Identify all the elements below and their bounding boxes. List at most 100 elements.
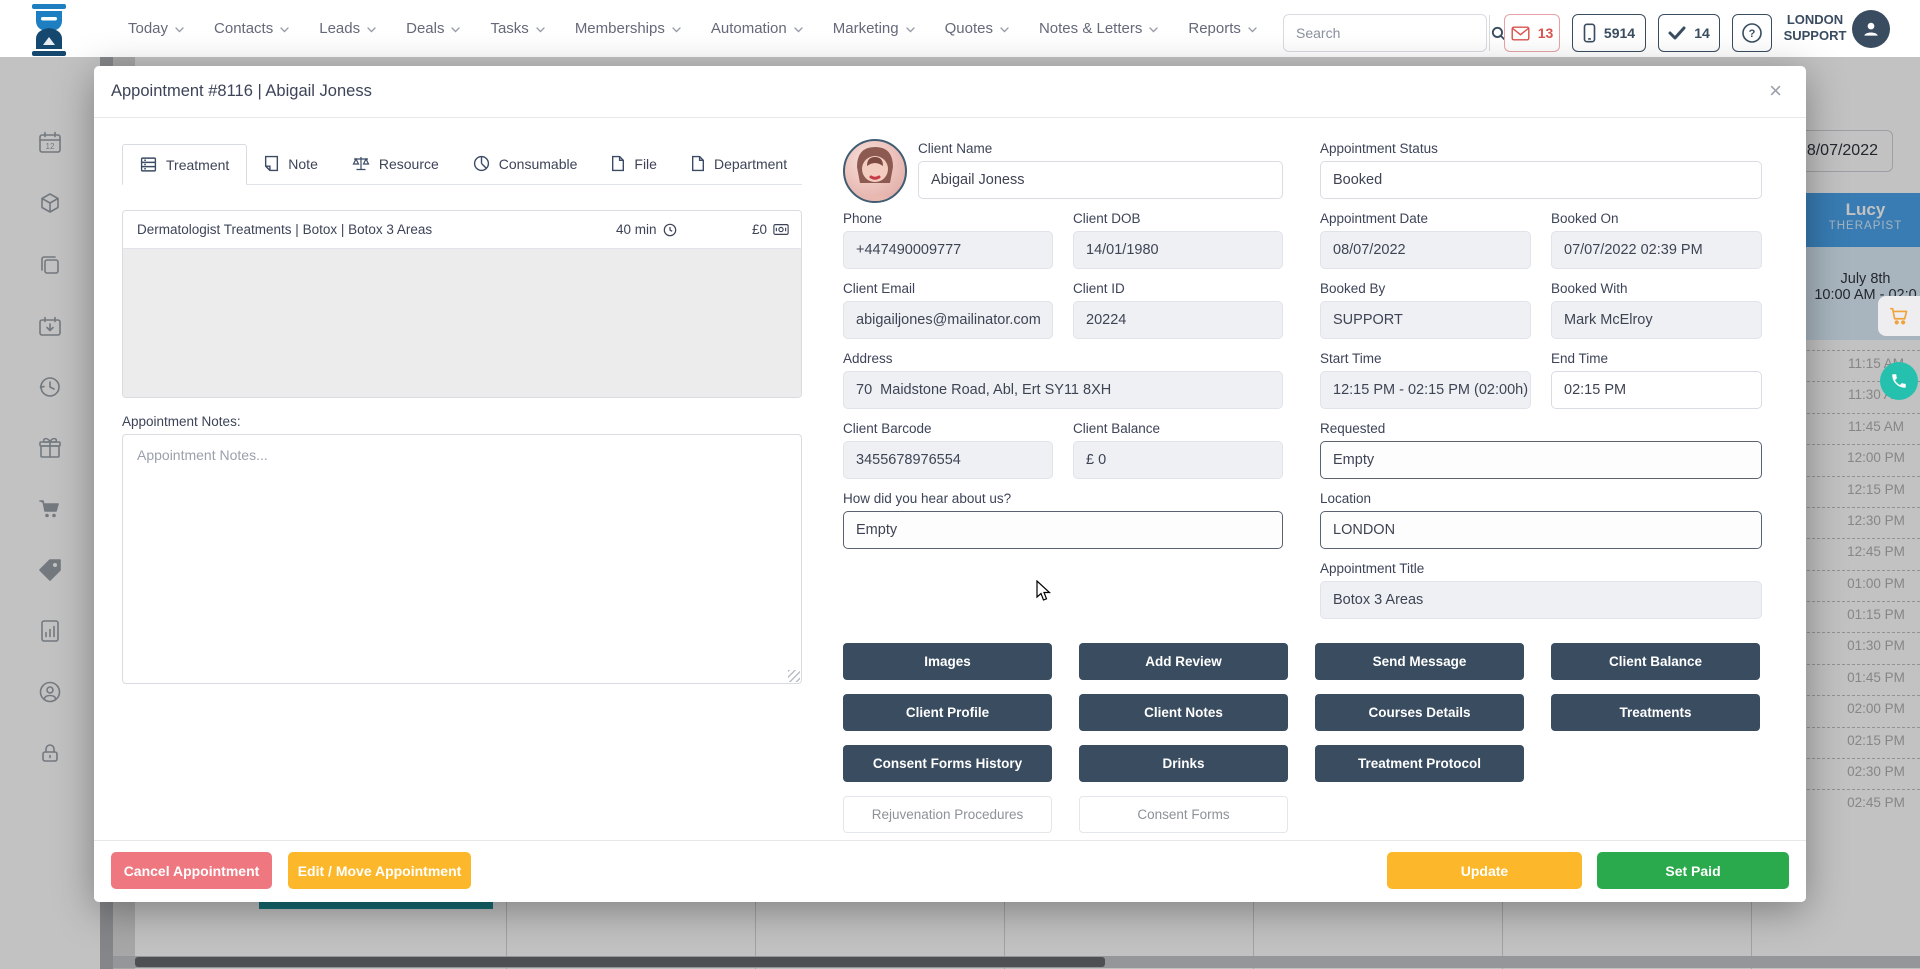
- field-client-name: Client Name Abigail Joness: [918, 141, 1283, 199]
- chevron-down-icon: [906, 27, 915, 33]
- question-icon: ?: [1741, 22, 1763, 44]
- check-icon: [1668, 26, 1686, 40]
- nav-item-automation[interactable]: Automation: [711, 20, 803, 37]
- field-client-dob: Client DOB 14/01/1980: [1073, 211, 1283, 269]
- phone-badge[interactable]: 5914: [1572, 14, 1646, 52]
- field-value[interactable]: 12:15 PM - 02:15 PM (02:00h): [1320, 371, 1531, 409]
- add-review-button[interactable]: Add Review: [1079, 643, 1288, 680]
- consent-forms-button[interactable]: Consent Forms: [1079, 796, 1288, 833]
- tab-consumable[interactable]: Consumable: [456, 143, 595, 184]
- nav-item-leads[interactable]: Leads: [319, 20, 376, 37]
- nav-item-contacts[interactable]: Contacts: [214, 20, 289, 37]
- field-label: Address: [843, 351, 1283, 369]
- search-input[interactable]: [1284, 15, 1489, 51]
- appointment-modal: Appointment #8116 | Abigail Joness × Tre…: [94, 66, 1806, 902]
- tab-resource[interactable]: Resource: [335, 143, 456, 184]
- field-phone: Phone +447490009777: [843, 211, 1053, 269]
- drinks-button[interactable]: Drinks: [1079, 745, 1288, 782]
- check-count: 14: [1694, 25, 1710, 41]
- field-value[interactable]: 20224: [1073, 301, 1283, 339]
- check-badge[interactable]: 14: [1658, 14, 1720, 52]
- edit-move-appointment-button[interactable]: Edit / Move Appointment: [288, 852, 471, 889]
- field-value[interactable]: Empty: [1320, 441, 1762, 479]
- field-value[interactable]: SUPPORT: [1320, 301, 1531, 339]
- cancel-appointment-button[interactable]: Cancel Appointment: [111, 852, 272, 889]
- tab-department[interactable]: Department: [674, 143, 804, 184]
- client-notes-button[interactable]: Client Notes: [1079, 694, 1288, 731]
- treatment-empty-area: [123, 249, 801, 398]
- chevron-down-icon: [794, 27, 803, 33]
- mobile-icon: [1583, 23, 1596, 43]
- modal-title: Appointment #8116 | Abigail Joness: [111, 82, 372, 101]
- help-badge[interactable]: ?: [1732, 14, 1772, 52]
- consent-forms-history-button[interactable]: Consent Forms History: [843, 745, 1052, 782]
- field-value[interactable]: Botox 3 Areas: [1320, 581, 1762, 619]
- banknote-icon: [773, 223, 789, 236]
- nav-item-notes-letters[interactable]: Notes & Letters: [1039, 20, 1158, 37]
- nav-item-deals[interactable]: Deals: [406, 20, 460, 37]
- field-value[interactable]: Mark McElroy: [1551, 301, 1762, 339]
- mail-badge[interactable]: 13: [1504, 14, 1560, 52]
- field-value[interactable]: £ 0: [1073, 441, 1283, 479]
- phone-float-button[interactable]: [1880, 362, 1918, 400]
- field-value[interactable]: 07/07/2022 02:39 PM: [1551, 231, 1762, 269]
- field-label: How did you hear about us?: [843, 491, 1283, 509]
- modal-footer: Cancel Appointment Edit / Move Appointme…: [94, 840, 1806, 902]
- nav-item-reports[interactable]: Reports: [1188, 20, 1257, 37]
- set-paid-button[interactable]: Set Paid: [1597, 852, 1789, 889]
- svg-text:?: ?: [1749, 28, 1756, 40]
- modal-tabs: TreatmentNoteResourceConsumableFileDepar…: [122, 143, 802, 185]
- tab-treatment[interactable]: Treatment: [122, 144, 247, 185]
- field-label: Client Balance: [1073, 421, 1283, 439]
- nav-item-marketing[interactable]: Marketing: [833, 20, 915, 37]
- treatments-button[interactable]: Treatments: [1551, 694, 1760, 731]
- appointment-notes-textarea[interactable]: [122, 434, 802, 684]
- close-icon[interactable]: ×: [1769, 80, 1782, 102]
- field-value[interactable]: Empty: [843, 511, 1283, 549]
- nav-item-quotes[interactable]: Quotes: [945, 20, 1009, 37]
- notes-label: Appointment Notes:: [122, 414, 241, 429]
- send-message-button[interactable]: Send Message: [1315, 643, 1524, 680]
- field-label: Booked On: [1551, 211, 1762, 229]
- field-client-email: Client Email abigailjones@mailinator.com: [843, 281, 1053, 339]
- user-avatar[interactable]: [1852, 10, 1890, 48]
- tab-note[interactable]: Note: [247, 143, 335, 184]
- pie-chart-icon: [473, 155, 490, 172]
- cart-float-button[interactable]: [1878, 296, 1920, 336]
- nav-item-tasks[interactable]: Tasks: [490, 20, 544, 37]
- treatment-list: Dermatologist Treatments | Botox | Botox…: [122, 210, 802, 398]
- update-button[interactable]: Update: [1387, 852, 1582, 889]
- field-client-id: Client ID 20224: [1073, 281, 1283, 339]
- nav-item-memberships[interactable]: Memberships: [575, 20, 681, 37]
- client-balance-button[interactable]: Client Balance: [1551, 643, 1760, 680]
- client-profile-button[interactable]: Client Profile: [843, 694, 1052, 731]
- treatment-row[interactable]: Dermatologist Treatments | Botox | Botox…: [123, 211, 801, 249]
- field-value[interactable]: 3455678976554: [843, 441, 1053, 479]
- treatment-protocol-button[interactable]: Treatment Protocol: [1315, 745, 1524, 782]
- field-value[interactable]: Booked: [1320, 161, 1762, 199]
- field-booked-by: Booked By SUPPORT: [1320, 281, 1531, 339]
- field-value[interactable]: Abigail Joness: [918, 161, 1283, 199]
- field-label: Client Name: [918, 141, 1283, 159]
- rejuvenation-procedures-button[interactable]: Rejuvenation Procedures: [843, 796, 1052, 833]
- app-logo-hourglass-icon[interactable]: [29, 4, 69, 56]
- images-button[interactable]: Images: [843, 643, 1052, 680]
- field-label: Requested: [1320, 421, 1762, 439]
- field-value[interactable]: 70 Maidstone Road, Abl, Ert SY11 8XH: [843, 371, 1283, 409]
- field-value[interactable]: LONDON: [1320, 511, 1762, 549]
- courses-details-button[interactable]: Courses Details: [1315, 694, 1524, 731]
- field-value[interactable]: 14/01/1980: [1073, 231, 1283, 269]
- field-label: Appointment Date: [1320, 211, 1531, 229]
- field-value[interactable]: +447490009777: [843, 231, 1053, 269]
- mouse-cursor: [1035, 580, 1053, 602]
- field-value[interactable]: 02:15 PM: [1551, 371, 1762, 409]
- field-value[interactable]: abigailjones@mailinator.com: [843, 301, 1053, 339]
- account-name: LONDON SUPPORT: [1782, 12, 1848, 44]
- tab-file[interactable]: File: [594, 143, 674, 184]
- field-value[interactable]: 08/07/2022: [1320, 231, 1531, 269]
- app-root: 12 08/07/2022 10:00 AM10:15 AM10:30 AM10…: [0, 0, 1920, 969]
- chevron-down-icon: [367, 27, 376, 33]
- treatment-name: Dermatologist Treatments | Botox | Botox…: [137, 222, 432, 237]
- nav-item-today[interactable]: Today: [128, 20, 184, 37]
- textarea-resize-grip[interactable]: [788, 670, 800, 682]
